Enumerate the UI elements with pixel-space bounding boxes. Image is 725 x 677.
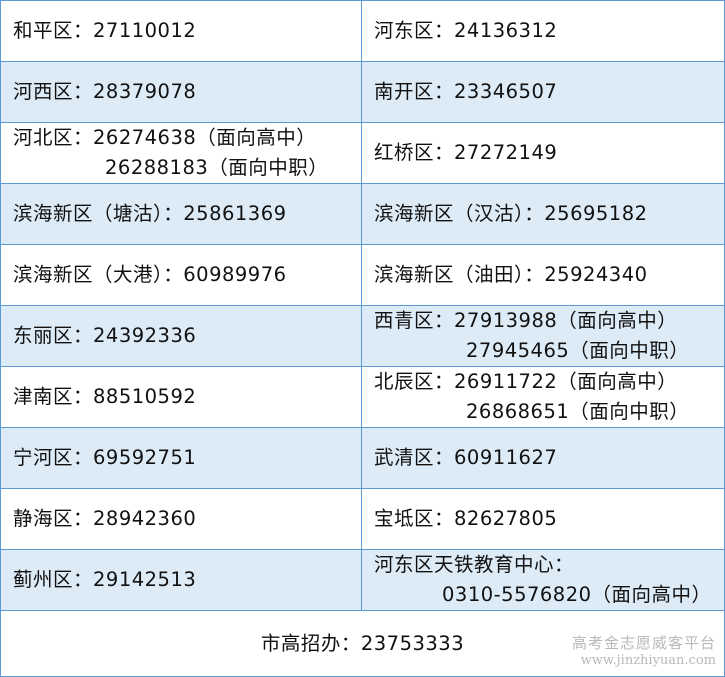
cell-line: 滨海新区（塘沽）：25861369 (13, 202, 287, 225)
cell-line: 河西区：28379078 (13, 80, 197, 103)
watermark: 高考金志愿威客平台 www.jinzhiyuan.com (572, 634, 716, 670)
table-cell: 河西区：28379078 (1, 62, 362, 123)
cell-line: 西青区：27913988（面向高中） (374, 309, 678, 332)
cell-line: 静海区：28942360 (13, 507, 197, 530)
cell-line: 27945465（面向中职） (466, 339, 690, 362)
watermark-url: www.jinzhiyuan.com (580, 653, 716, 668)
cell-line: 武清区：60911627 (374, 446, 558, 469)
table-cell: 滨海新区（塘沽）：25861369 (1, 184, 362, 245)
cell-line: 滨海新区（大港）：60989976 (13, 263, 287, 286)
table-cell: 宝坻区：82627805 (362, 489, 724, 550)
table-cell: 滨海新区（大港）：60989976 (1, 245, 362, 306)
table-cell: 西青区：27913988（面向高中） 27945465（面向中职） (362, 306, 724, 367)
table-cell: 东丽区：24392336 (1, 306, 362, 367)
cell-line: 滨海新区（油田）：25924340 (374, 263, 648, 286)
cell-line: 26288183（面向中职） (105, 156, 329, 179)
table-cell: 红桥区：27272149 (362, 123, 724, 184)
table-cell: 河东区：24136312 (362, 1, 724, 62)
table-cell: 津南区：88510592 (1, 367, 362, 428)
cell-line: 河北区：26274638（面向高中） (13, 126, 317, 149)
cell-line: 宁河区：69592751 (13, 446, 197, 469)
cell-line: 蓟州区：29142513 (13, 568, 197, 591)
table-cell: 北辰区：26911722（面向高中） 26868651（面向中职） (362, 367, 724, 428)
footer-text: 市高招办：23753333 (260, 631, 465, 655)
cell-line: 和平区：27110012 (13, 19, 197, 42)
cell-line: 东丽区：24392336 (13, 324, 197, 347)
table-cell: 滨海新区（油田）：25924340 (362, 245, 724, 306)
table-cell: 宁河区：69592751 (1, 428, 362, 489)
contact-table: 和平区：27110012 河东区：24136312 河西区：28379078 南… (0, 0, 725, 677)
table-cell: 河北区：26274638（面向高中） 26288183（面向中职） (1, 123, 362, 184)
table-cell: 滨海新区（汉沽）：25695182 (362, 184, 724, 245)
table-cell: 蓟州区：29142513 (1, 550, 362, 611)
cell-line: 滨海新区（汉沽）：25695182 (374, 202, 648, 225)
table-cell: 和平区：27110012 (1, 1, 362, 62)
cell-line: 津南区：88510592 (13, 385, 197, 408)
cell-line: 红桥区：27272149 (374, 141, 558, 164)
cell-line: 河东区天铁教育中心： (374, 553, 575, 576)
table-cell: 南开区：23346507 (362, 62, 724, 123)
cell-line: 宝坻区：82627805 (374, 507, 558, 530)
table-cell: 静海区：28942360 (1, 489, 362, 550)
watermark-name: 高考金志愿威客平台 (571, 634, 716, 652)
table-cell: 武清区：60911627 (362, 428, 724, 489)
cell-line: 河东区：24136312 (374, 19, 558, 42)
cell-line: 0310-5576820（面向高中） (442, 583, 712, 606)
cell-line: 南开区：23346507 (374, 80, 558, 103)
cell-line: 北辰区：26911722（面向高中） (374, 370, 678, 393)
cell-line: 26868651（面向中职） (466, 400, 690, 423)
table-cell: 河东区天铁教育中心： 0310-5576820（面向高中） (362, 550, 724, 611)
